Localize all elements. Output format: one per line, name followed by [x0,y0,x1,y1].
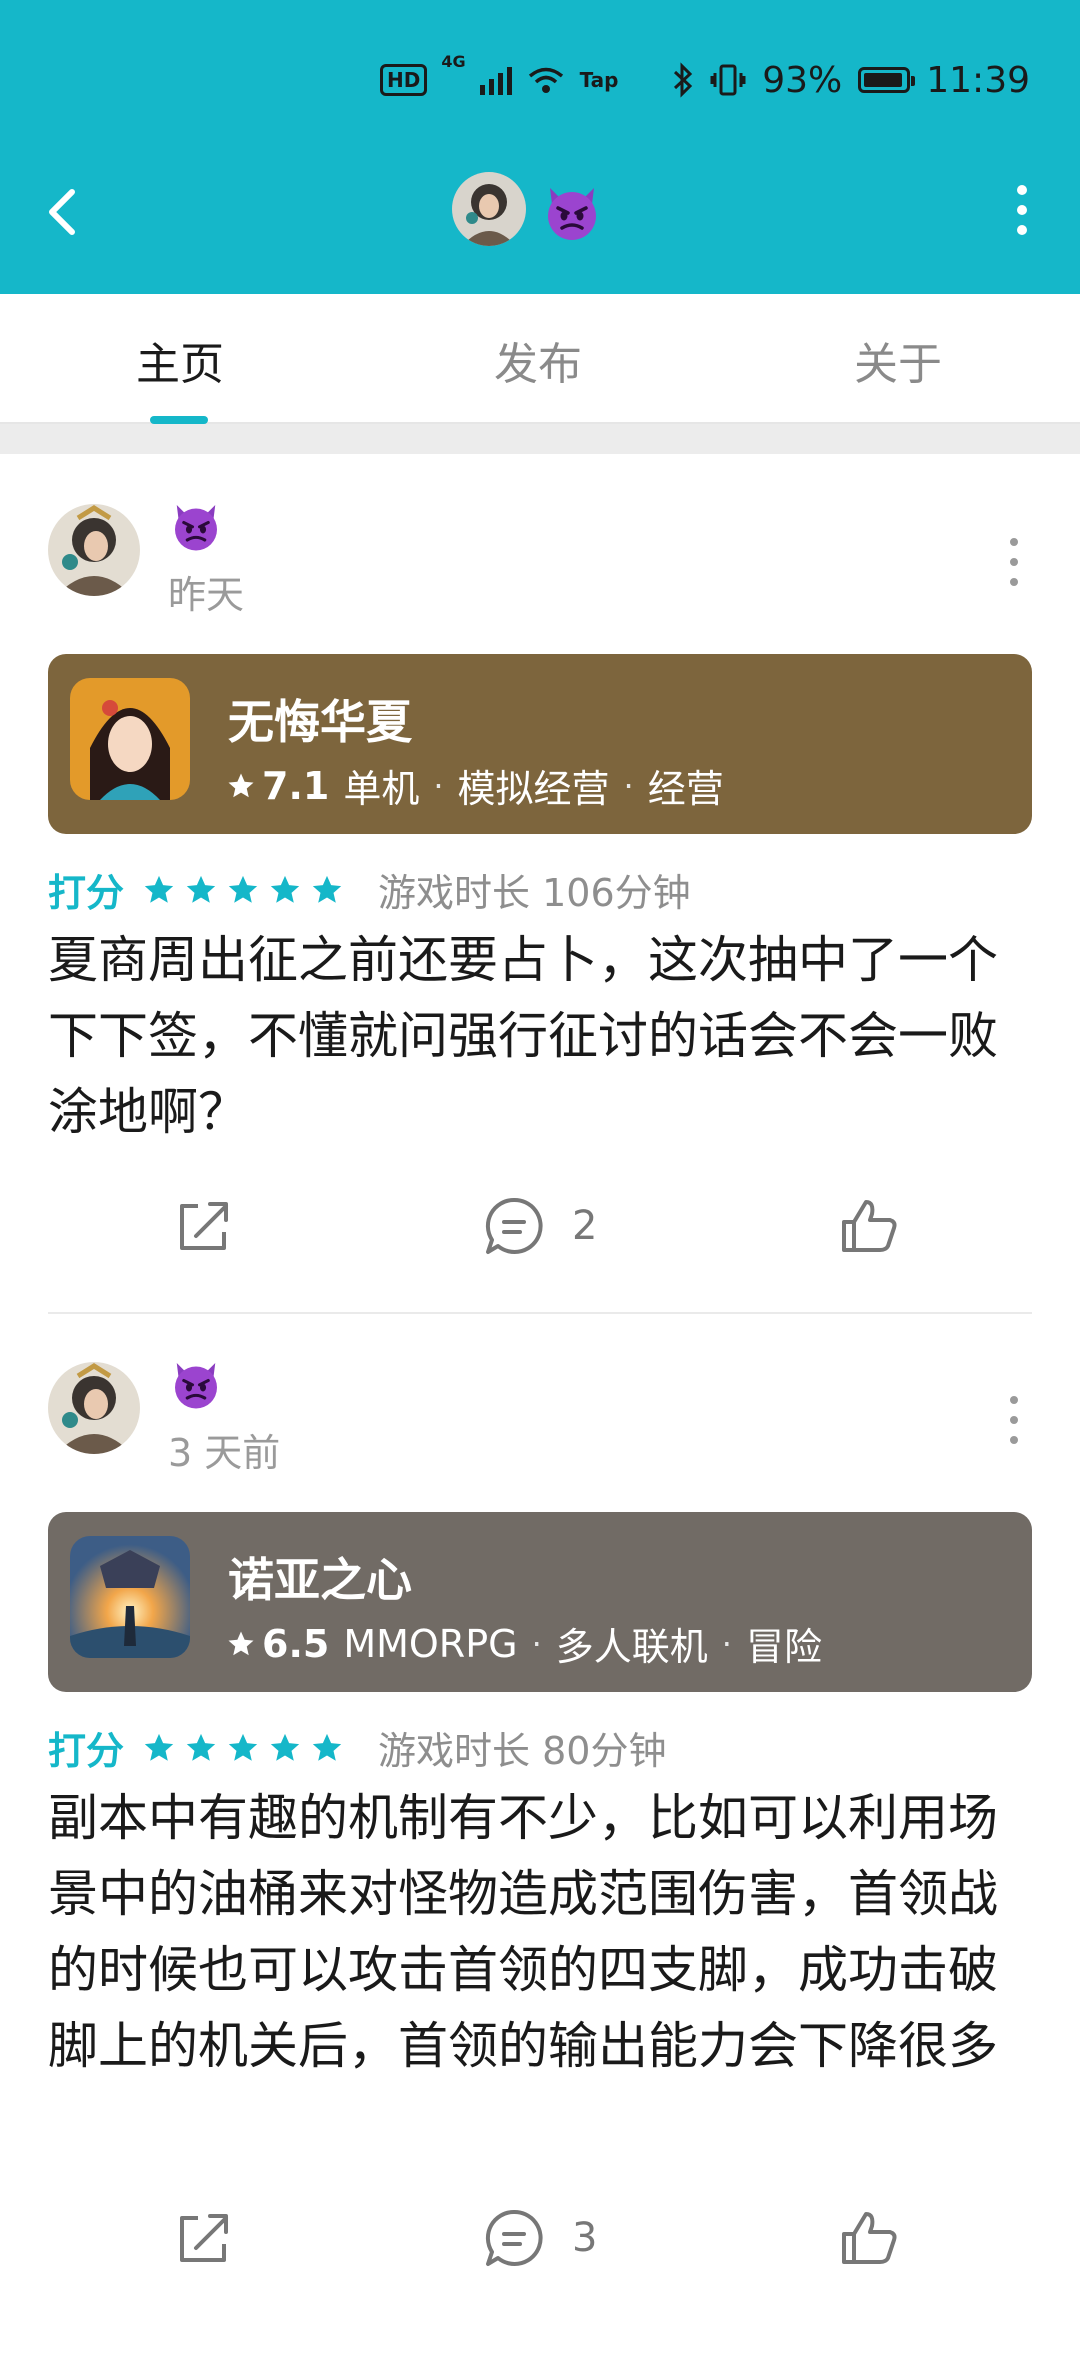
tab-bar: 主页 发布 关于 [0,294,1080,424]
share-button[interactable] [172,2206,236,2270]
devil-emoji-icon [175,505,217,551]
post-time: 昨天 [168,573,245,617]
section-divider [0,424,1080,454]
star-icon [228,875,258,903]
post-more-icon[interactable] [1004,534,1024,590]
game-rating-value: 7.1 [262,763,330,808]
game-tag: 单机 [343,767,420,811]
devil-emoji-icon [175,1363,217,1409]
battery-icon [858,67,916,93]
star-icon [186,1733,216,1761]
bluetooth-icon [674,62,693,98]
game-tag: 经营 [647,767,724,811]
comment-icon [485,2209,543,2266]
hd-badge: HD [380,64,428,96]
score-label: 打分 [48,871,125,915]
thumbs-up-icon [842,2212,897,2264]
tag-separator: · [721,1624,732,1663]
devil-emoji-icon [548,188,596,240]
post-time: 3 天前 [168,1431,281,1475]
thumbs-up-icon [842,1200,897,1252]
battery-percent: 93% [762,59,843,101]
tag-separator: · [531,1624,542,1663]
share-icon [180,1202,228,1250]
score-row: 打分 游戏时长 106分钟 [48,862,691,917]
post-separator [48,1312,1032,1314]
clock: 11:39 [926,59,1030,101]
game-title: 无悔华夏 [228,695,412,749]
back-arrow-icon[interactable] [38,176,94,248]
star-rating [142,1731,344,1765]
score-row: 打分 游戏时长 80分钟 [48,1720,666,1775]
share-button[interactable] [172,1194,236,1258]
game-tag: 模拟经营 [457,767,610,811]
playtime: 游戏时长 106分钟 [378,871,691,915]
star-icon [144,875,174,903]
network-label: 4G [441,52,466,71]
score-label: 打分 [48,1729,125,1773]
game-icon [70,1536,190,1658]
signal-icon [479,65,512,95]
post-content[interactable]: 副本中有趣的机制有不少，比如可以利用场景中的油桶来对怪物造成范围伤害，首领战的时… [48,1780,1038,2084]
post-actions: 3 [0,2206,1080,2286]
header-avatar[interactable] [452,172,526,246]
star-icon [312,875,342,903]
game-icon [70,678,190,800]
status-bar-right: 93% 11:39 [672,52,1030,108]
game-title: 诺亚之心 [228,1553,412,1607]
post-actions: 2 [0,1194,1080,1274]
more-options-icon[interactable] [994,180,1050,240]
game-tag: MMORPG [343,1621,518,1666]
tab-about[interactable]: 关于 [798,328,998,392]
tab-posts[interactable]: 发布 [438,328,638,392]
vibrate-icon [710,64,746,96]
star-rating [142,873,344,907]
status-bar-left: HD 4G Tap [380,52,619,108]
tag-separator: · [623,766,634,805]
star-icon [186,875,216,903]
game-meta: 7.1 单机 · 模拟经营 · 经营 [226,758,724,813]
game-rating: 6.5 [226,1622,329,1666]
like-button[interactable] [836,2206,900,2270]
game-card[interactable]: 诺亚之心 6.5 MMORPG · 多人联机 · 冒险 [48,1512,1032,1692]
game-rating: 7.1 [226,764,329,808]
star-icon [312,1733,342,1761]
avatar[interactable] [48,1362,140,1454]
playtime: 游戏时长 80分钟 [378,1729,667,1773]
comment-button[interactable]: 3 [482,2206,597,2270]
tag-separator: · [433,766,444,805]
star-icon [228,1631,254,1655]
post-more-icon[interactable] [1004,1392,1024,1448]
share-icon [180,2214,228,2262]
star-icon [270,875,300,903]
comment-count: 3 [572,2215,598,2261]
star-icon [144,1733,174,1761]
comment-icon [485,1197,543,1254]
game-card[interactable]: 无悔华夏 7.1 单机 · 模拟经营 · 经营 [48,654,1032,834]
star-icon [228,773,254,797]
game-meta: 6.5 MMORPG · 多人联机 · 冒险 [226,1616,822,1671]
post-content[interactable]: 夏商周出征之前还要占卜，这次抽中了一个下下签，不懂就问强行征讨的话会不会一败涂地… [48,922,1038,1150]
tab-home[interactable]: 主页 [80,328,280,392]
game-tag: 冒险 [745,1625,822,1669]
comment-count: 2 [572,1203,598,1249]
game-tag: 多人联机 [555,1625,708,1669]
tab-indicator [150,416,208,424]
wifi-icon [528,67,563,93]
game-rating-value: 6.5 [262,1621,330,1666]
avatar[interactable] [48,504,140,596]
like-button[interactable] [836,1194,900,1258]
star-icon [270,1733,300,1761]
top-bar: HD 4G Tap 93% 11:39 [0,0,1080,294]
comment-button[interactable]: 2 [482,1194,597,1258]
star-icon [228,1733,258,1761]
tap-app-label: Tap [579,68,619,92]
